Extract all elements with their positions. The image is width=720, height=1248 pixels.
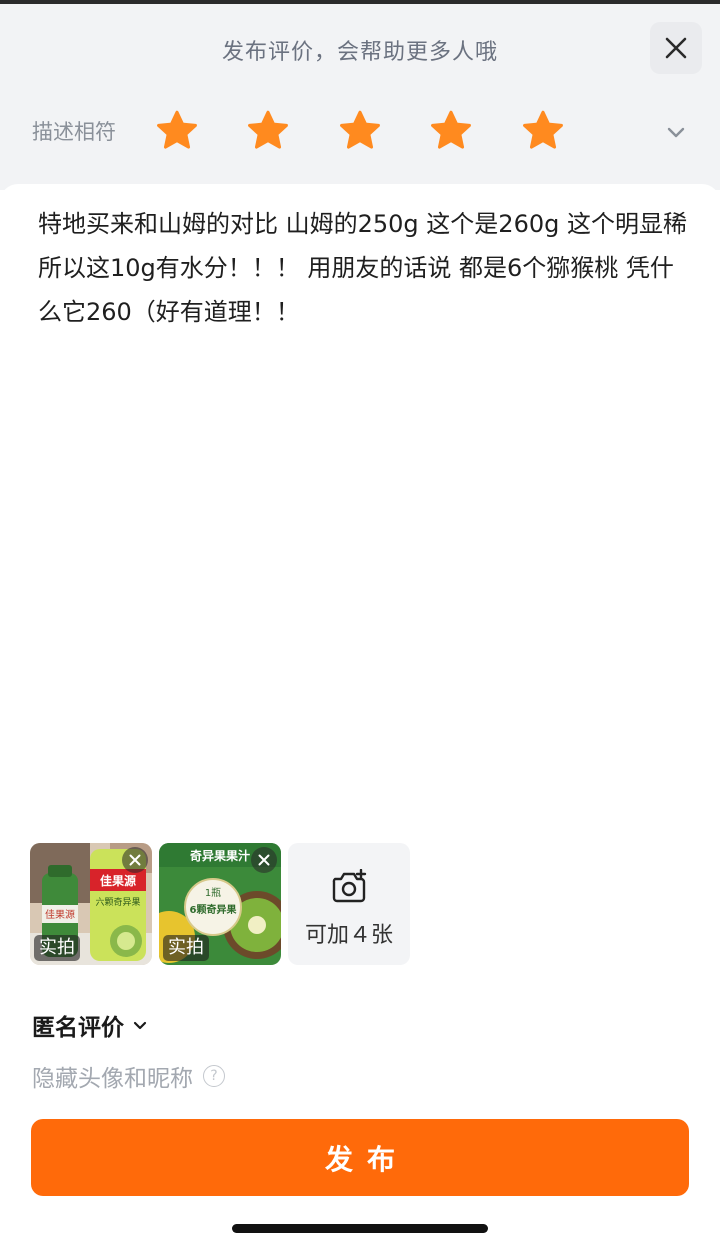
review-header: 发布评价，会帮助更多人哦 描述相符 [0, 4, 720, 190]
star-1[interactable] [154, 108, 200, 154]
bottle-brand-text: 佳果源 [45, 908, 75, 921]
home-indicator [232, 1224, 488, 1233]
star-icon [157, 110, 197, 149]
star-4[interactable] [428, 108, 474, 154]
publish-button[interactable]: 发布 [31, 1119, 689, 1196]
photo-thumbnail[interactable]: 佳果源 佳果源 六颗奇异果 实拍 [30, 843, 152, 965]
chevron-down-icon[interactable] [662, 118, 690, 146]
review-textarea[interactable]: 特地买来和山姆的对比 山姆的250g 这个是260g 这个明显稀 所以这10g有… [38, 202, 688, 334]
label-text: 1瓶 [205, 886, 221, 899]
close-button[interactable] [650, 22, 702, 74]
anonymous-hint-row: 隐藏头像和昵称 ? [32, 1060, 225, 1092]
photo-tag: 实拍 [34, 935, 80, 961]
review-screen: 发布评价，会帮助更多人哦 描述相符 特地买来和山姆的对比 山姆的250g 这个是… [0, 0, 720, 1248]
close-icon [129, 854, 141, 866]
remove-photo-button[interactable] [122, 847, 148, 873]
label-text: 奇异果果汁 [190, 848, 250, 863]
star-icon [523, 110, 563, 149]
star-5[interactable] [520, 108, 566, 154]
anonymous-review-toggle[interactable]: 匿名评价 [32, 1010, 150, 1041]
camera-plus-icon [332, 869, 367, 903]
photo-tag: 实拍 [163, 935, 209, 961]
bottle-brand-text: 佳果源 [100, 873, 136, 888]
star-2[interactable] [245, 108, 291, 154]
close-icon [665, 37, 687, 59]
close-icon [258, 854, 270, 866]
chevron-down-icon [133, 1021, 147, 1030]
star-icon [248, 110, 288, 149]
rating-label: 描述相符 [32, 120, 116, 144]
star-3[interactable] [337, 108, 383, 154]
add-photo-button[interactable]: 可加４张 [288, 843, 410, 965]
label-text: 6颗奇异果 [190, 903, 238, 916]
page-title: 发布评价，会帮助更多人哦 [221, 40, 498, 65]
anonymous-label: 匿名评价 [32, 1015, 124, 1041]
photo-thumbnail[interactable]: 奇异果果汁 1瓶 6颗奇异果 实拍 [159, 843, 281, 965]
bottle-product-text: 六颗奇异果 [95, 896, 140, 908]
add-photo-label: 可加４张 [304, 923, 393, 948]
question-circle-icon[interactable]: ? [203, 1065, 225, 1087]
review-form: 特地买来和山姆的对比 山姆的250g 这个是260g 这个明显稀 所以这10g有… [0, 184, 720, 1248]
anonymous-hint: 隐藏头像和昵称 [32, 1066, 193, 1092]
remove-photo-button[interactable] [251, 847, 277, 873]
star-icon [431, 110, 471, 149]
star-icon [340, 110, 380, 149]
